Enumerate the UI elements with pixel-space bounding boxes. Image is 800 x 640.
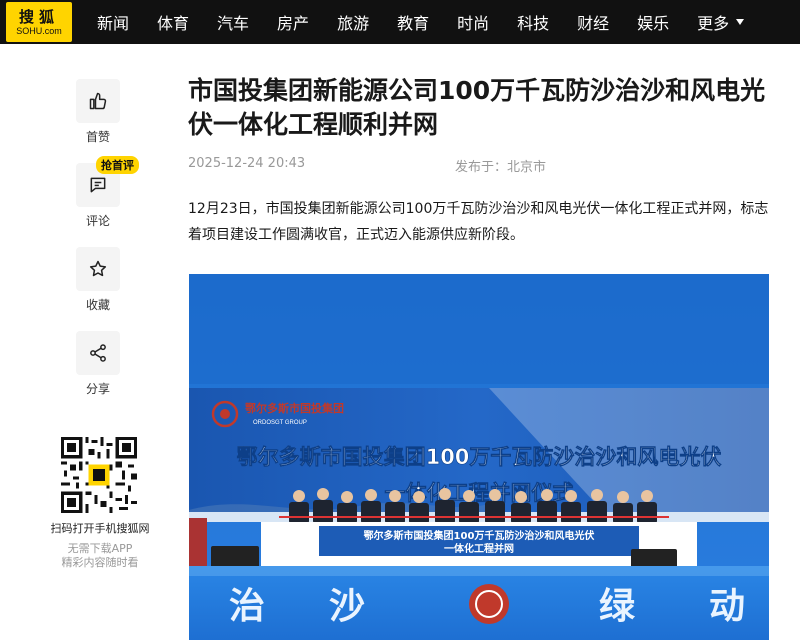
logo-main-text: 搜狐 xyxy=(18,8,59,26)
logo-sub-text: SOHU.com xyxy=(16,26,62,36)
ceremony-photo: 鄂尔多斯市国投集团 ORDOSGT GROUP 鄂尔多斯市国投集团100万千瓦防… xyxy=(189,274,769,640)
share-action[interactable]: 分享 xyxy=(74,331,122,397)
share-label: 分享 xyxy=(85,382,110,396)
floor-word-2: 沙 xyxy=(329,586,365,627)
comment-label: 评论 xyxy=(85,214,110,228)
article-photo[interactable]: 鄂尔多斯市国投集团 ORDOSGT GROUP 鄂尔多斯市国投集团100万千瓦防… xyxy=(189,274,769,640)
nav-item-sports[interactable]: 体育 xyxy=(157,10,189,34)
banner-headline-line1: 鄂尔多斯市国投集团100万千瓦防沙治沙和风电光伏 xyxy=(237,445,722,469)
podium-text-line2: 一体化工程并网 xyxy=(444,542,514,555)
article-datetime: 2025-12-24 20:43 xyxy=(188,156,306,171)
first-comment-badge: 抢首评 xyxy=(96,156,139,174)
comment-action[interactable]: 抢首评 评论 xyxy=(74,156,139,229)
article-lead-paragraph: 12月23日，市国投集团新能源公司100万千瓦防沙治沙和风电光伏一体化工程正式并… xyxy=(188,201,769,243)
caret-down-icon xyxy=(736,19,745,25)
nav-item-house[interactable]: 房产 xyxy=(277,10,309,34)
podium-text-line1: 鄂尔多斯市国投集团100万千瓦防沙治沙和风电光伏 xyxy=(364,529,595,542)
nav-item-tech[interactable]: 科技 xyxy=(517,10,549,34)
floor-word-1: 治 xyxy=(229,586,265,627)
share-icon xyxy=(90,344,106,362)
officials-row xyxy=(289,488,657,524)
nav-item-auto[interactable]: 汽车 xyxy=(217,10,249,34)
comment-icon xyxy=(90,177,106,193)
qr-subtext-line2: 精彩内容随时看 xyxy=(61,556,139,569)
like-label: 首赞 xyxy=(85,130,110,144)
thumb-up-icon xyxy=(89,92,107,110)
top-navbar: 搜狐 SOHU.com 新闻 体育 汽车 房产 旅游 教育 时尚 科技 财经 娱… xyxy=(0,0,800,44)
favorite-button[interactable] xyxy=(76,247,120,291)
nav-item-fashion[interactable]: 时尚 xyxy=(457,10,489,34)
floor-word-3: 绿 xyxy=(599,586,636,627)
nav-more-menu[interactable]: 更多 xyxy=(697,10,745,34)
nav-item-news[interactable]: 新闻 xyxy=(97,10,129,34)
org-name-text: 鄂尔多斯市国投集团 xyxy=(245,401,344,415)
channel-nav: 新闻 体育 汽车 房产 旅游 教育 时尚 科技 财经 娱乐 更多 xyxy=(97,0,745,44)
qr-code-image xyxy=(61,437,137,513)
sohu-logo[interactable]: 搜狐 SOHU.com xyxy=(6,2,72,42)
comment-button[interactable]: 抢首评 xyxy=(76,156,139,207)
share-button[interactable] xyxy=(76,331,120,375)
nav-item-finance[interactable]: 财经 xyxy=(577,10,609,34)
floor-word-4: 动 xyxy=(709,586,745,627)
like-action[interactable]: 首赞 xyxy=(74,79,122,145)
favorite-label: 收藏 xyxy=(85,298,110,312)
nav-item-travel[interactable]: 旅游 xyxy=(337,10,369,34)
qr-code-block xyxy=(58,437,138,517)
article-location: 发布于：北京市 xyxy=(455,160,547,175)
org-name-en-text: ORDOSGT GROUP xyxy=(253,420,307,426)
like-button[interactable] xyxy=(76,79,120,123)
nav-more-label: 更多 xyxy=(697,14,730,33)
favorite-action[interactable]: 收藏 xyxy=(74,247,122,313)
qr-caption: 扫码打开手机搜狐网 xyxy=(50,522,150,535)
article-title: 市国投集团新能源公司100万千瓦防沙治沙和风电光伏一体化工程顺利并网 xyxy=(188,76,766,139)
nav-item-entertainment[interactable]: 娱乐 xyxy=(637,10,669,34)
nav-item-education[interactable]: 教育 xyxy=(397,10,429,34)
star-icon xyxy=(89,260,107,277)
